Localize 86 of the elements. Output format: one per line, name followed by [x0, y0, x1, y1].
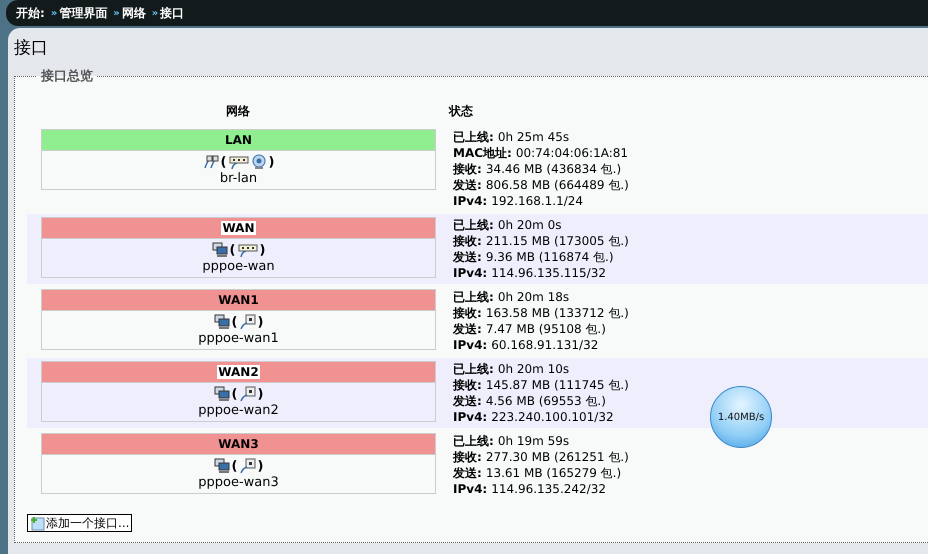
status-label: 接收:	[453, 449, 482, 465]
bracket: )	[260, 242, 266, 258]
status-label: 接收:	[453, 161, 482, 177]
status-label: 已上线:	[453, 217, 494, 233]
separator: »	[113, 8, 120, 18]
interface-name: WAN1	[217, 293, 260, 307]
computer-icon	[212, 242, 228, 258]
status-label: IPv4:	[453, 193, 488, 209]
status-value: 145.87 MB (111745 包.)	[486, 377, 629, 393]
status-label: 接收:	[453, 233, 482, 249]
page-title: 接口	[14, 37, 49, 59]
network-port-icon	[240, 386, 256, 402]
status-value: 223.240.100.101/32	[491, 409, 614, 425]
interface-name: WAN	[221, 221, 256, 235]
bracket: )	[258, 458, 264, 474]
bracket: )	[268, 154, 274, 170]
status-label: 接收:	[453, 377, 482, 393]
network-switch-icon	[238, 242, 258, 258]
breadcrumb-link[interactable]: » 管理界面	[50, 4, 108, 22]
status-value: 163.58 MB (133712 包.)	[486, 305, 629, 321]
bracket: (	[230, 242, 236, 258]
status-label: IPv4:	[453, 409, 488, 425]
status-label: 已上线:	[453, 289, 494, 305]
network-switch-icon	[228, 154, 248, 170]
interface-name: LAN	[224, 133, 253, 147]
add-file-icon	[30, 516, 45, 530]
status-value: 60.168.91.131/32	[491, 337, 598, 353]
bracket: (	[220, 154, 226, 170]
status-label: 发送:	[453, 177, 482, 193]
status-label: MAC地址:	[453, 145, 512, 161]
status-value: 0h 20m 18s	[498, 289, 570, 305]
device-name: pppoe-wan	[202, 259, 275, 274]
computer-icon	[214, 314, 230, 330]
section-title: 接口总览	[40, 68, 94, 85]
device-name: br-lan	[220, 171, 258, 186]
status-value: 00:74:04:06:1A:81	[516, 145, 628, 161]
status-value: 277.30 MB (261251 包.)	[486, 449, 629, 465]
bracket: (	[232, 386, 238, 402]
device-name: pppoe-wan3	[198, 475, 279, 490]
breadcrumb-link[interactable]: » 接口	[152, 4, 184, 22]
status-value: 13.61 MB (165279 包.)	[486, 465, 622, 481]
status-label: 已上线:	[453, 433, 494, 449]
status-label: 已上线:	[453, 361, 494, 377]
status-value: 9.36 MB (116874 包.)	[486, 249, 614, 265]
breadcrumb-link[interactable]: 开始:	[16, 4, 45, 22]
status-value: 0h 19m 59s	[498, 433, 570, 449]
status-label: 发送:	[453, 393, 482, 409]
status-value: 192.168.1.1/24	[491, 193, 584, 209]
status-value: 0h 20m 10s	[498, 361, 570, 377]
separator: »	[152, 8, 158, 18]
bracket: (	[232, 458, 238, 474]
network-port-icon	[240, 314, 256, 330]
interface-name: WAN2	[217, 365, 260, 379]
status-label: IPv4:	[453, 481, 488, 497]
status-label: 发送:	[453, 249, 482, 265]
status-value: 0h 25m 45s	[498, 129, 570, 145]
bracket: (	[232, 314, 238, 330]
status-label: 接收:	[453, 305, 482, 321]
device-name: pppoe-wan1	[198, 331, 279, 346]
add-interface-button[interactable]: 添加一个接口...	[27, 514, 132, 532]
status-label: IPv4:	[453, 337, 488, 353]
network-cable-icon	[202, 154, 219, 170]
wireless-icon	[250, 154, 266, 170]
interface-name: WAN3	[217, 437, 260, 451]
computer-icon	[214, 386, 230, 402]
status-value: 0h 20m 0s	[498, 217, 562, 233]
status-label: IPv4:	[453, 265, 488, 281]
device-name: pppoe-wan2	[198, 403, 279, 418]
status-value: 114.96.135.115/32	[491, 265, 606, 281]
status-value: 114.96.135.242/32	[491, 481, 606, 497]
bracket: )	[258, 314, 264, 330]
status-value: 4.56 MB (69553 包.)	[486, 393, 606, 409]
status-label: 发送:	[453, 321, 482, 337]
status-value: 806.58 MB (664489 包.)	[486, 177, 629, 193]
bracket: )	[258, 386, 264, 402]
status-value: 211.15 MB (173005 包.)	[486, 233, 629, 249]
status-value: 7.47 MB (95108 包.)	[486, 321, 606, 337]
status-label: 发送:	[453, 465, 482, 481]
computer-icon	[214, 458, 230, 474]
network-port-icon	[240, 458, 256, 474]
column-header: 网络	[225, 103, 251, 120]
separator: »	[50, 8, 58, 18]
status-label: 已上线:	[453, 129, 494, 145]
breadcrumb-link[interactable]: » 网络	[113, 4, 146, 22]
status-value: 34.46 MB (436834 包.)	[486, 161, 622, 177]
column-header: 状态	[449, 103, 474, 120]
